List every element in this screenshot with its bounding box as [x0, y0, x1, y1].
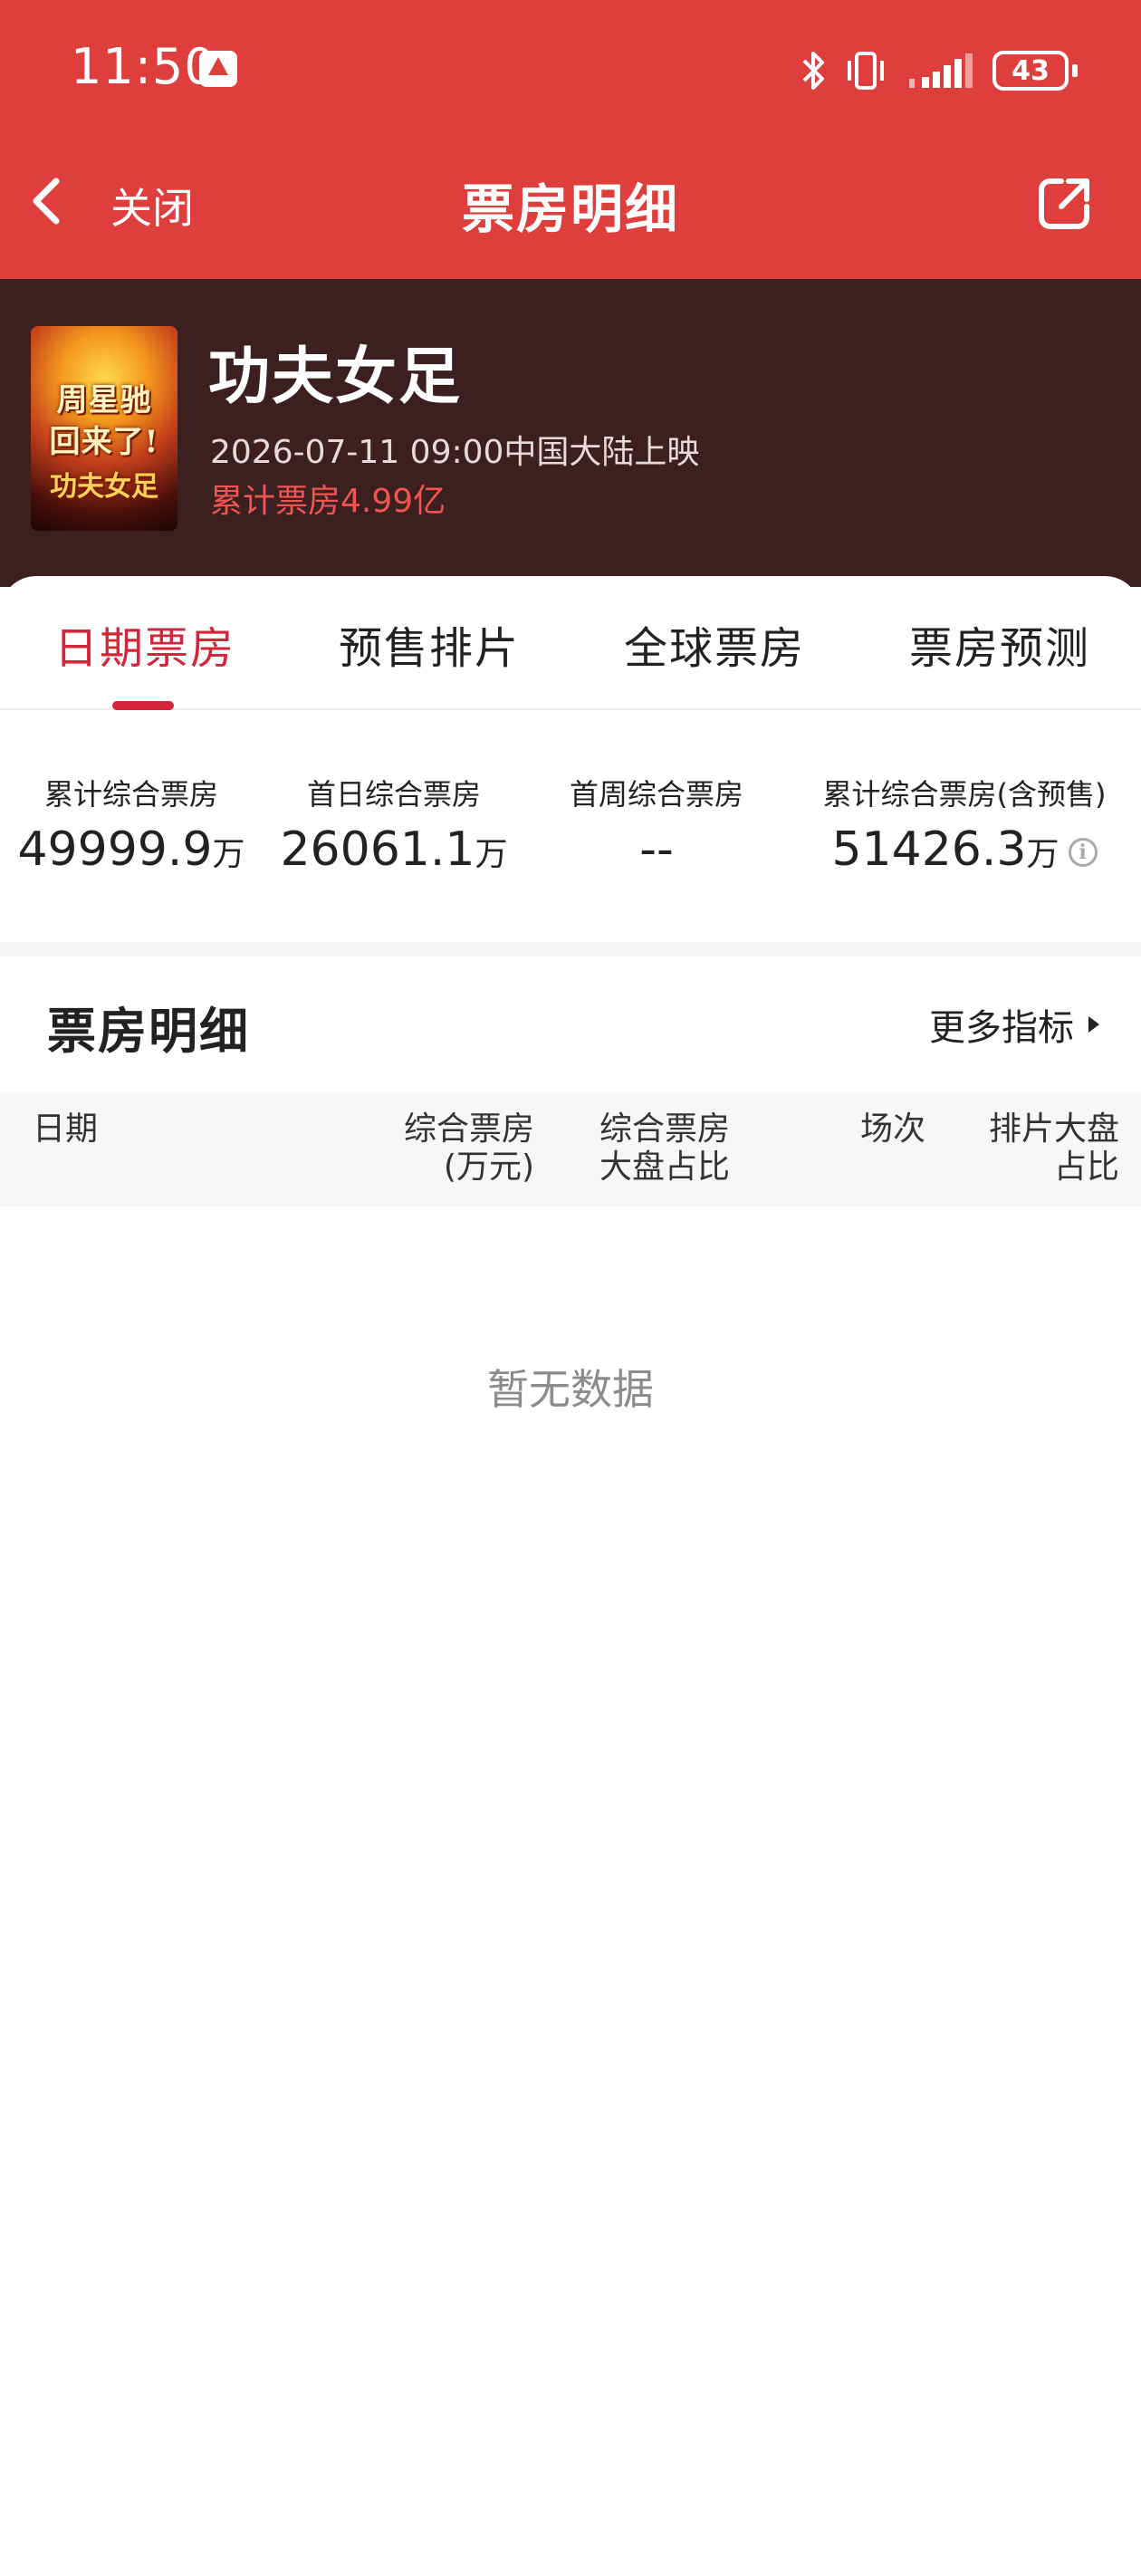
- stat-value-first-day: 26061.1万: [263, 822, 525, 877]
- column-header-schedule-share[interactable]: 排片大盘 占比: [960, 1110, 1119, 1187]
- top-bar: 11:50 43 关闭 票房明细: [0, 0, 1141, 279]
- movie-title: 功夫女足: [208, 341, 463, 413]
- stat-label-cumulative-presale: 累计综合票房(含预售): [822, 777, 1107, 812]
- stat-number: 49999.9: [17, 822, 213, 877]
- stat-number: 51426.3: [831, 822, 1027, 877]
- poster-line-1: 周星驰: [56, 382, 152, 418]
- caret-right-icon: [1088, 1016, 1099, 1033]
- column-header-line: 大盘占比: [599, 1149, 731, 1186]
- more-metrics-link[interactable]: 更多指标: [929, 998, 1099, 1051]
- stat-label-cumulative: 累计综合票房: [43, 777, 218, 812]
- app-notification-icon: [199, 51, 237, 87]
- movie-total-box-office: 累计票房4.99亿: [210, 483, 446, 520]
- content-card: 日期票房 预售排片 全球票房 票房预测 累计综合票房 49999.9万 首日综合…: [0, 576, 1141, 2576]
- section-title: 票房明细: [47, 1003, 250, 1060]
- tab-bar: 日期票房 预售排片 全球票房 票房预测: [0, 576, 1141, 710]
- battery-level: 43: [1012, 54, 1050, 87]
- stat-unit: 万: [475, 836, 508, 873]
- movie-release-date: 2026-07-11 09:00中国大陆上映: [210, 434, 700, 471]
- stat-value-cumulative-presale: 51426.3万 i: [788, 822, 1141, 877]
- battery-icon: 43: [992, 51, 1078, 91]
- tab-presale-schedule[interactable]: 预售排片: [339, 612, 520, 676]
- column-header-line: 占比: [1053, 1149, 1119, 1186]
- stat-label-first-day: 首日综合票房: [306, 777, 481, 812]
- section-divider: [0, 942, 1141, 956]
- signal-icon: [909, 53, 973, 88]
- stat-unit: 万: [1026, 836, 1060, 873]
- poster-line-3: 功夫女足: [50, 471, 158, 503]
- column-header-line: 排片大盘: [988, 1110, 1119, 1148]
- empty-state-text: 暂无数据: [487, 1365, 654, 1414]
- share-icon[interactable]: [1036, 174, 1094, 232]
- stat-label-first-week: 首周综合票房: [569, 777, 743, 812]
- movie-header: 周星驰 回来了! 功夫女足 功夫女足 2026-07-11 09:00中国大陆上…: [0, 279, 1141, 587]
- movie-poster[interactable]: 周星驰 回来了! 功夫女足: [31, 326, 177, 531]
- stat-number: --: [639, 822, 674, 877]
- more-metrics-label: 更多指标: [929, 1007, 1074, 1049]
- vibrate-icon: [848, 52, 884, 90]
- column-header-line: (万元): [443, 1149, 534, 1186]
- active-tab-indicator: [112, 701, 174, 710]
- page-title: 票房明细: [461, 178, 679, 240]
- column-header-market-share[interactable]: 综合票房 大盘占比: [599, 1110, 730, 1187]
- bluetooth-icon: [802, 52, 824, 90]
- stat-unit: 万: [212, 836, 245, 873]
- column-header-box-office[interactable]: 综合票房 (万元): [362, 1110, 534, 1187]
- poster-line-2: 回来了!: [49, 424, 159, 460]
- column-header-line: 日期: [33, 1110, 99, 1148]
- column-header-line: 场次: [859, 1110, 925, 1148]
- column-header-date[interactable]: 日期: [33, 1110, 98, 1149]
- status-time: 11:50: [71, 38, 216, 95]
- tab-global-box-office[interactable]: 全球票房: [624, 612, 805, 676]
- tab-box-office-forecast[interactable]: 票房预测: [909, 612, 1090, 676]
- status-icons: 43: [801, 45, 1078, 96]
- info-icon[interactable]: i: [1068, 838, 1098, 867]
- column-header-line: 综合票房: [403, 1110, 534, 1148]
- table-header: 日期 综合票房 (万元) 综合票房 大盘占比 场次 排片大盘 占比: [0, 1092, 1141, 1206]
- stat-value-cumulative: 49999.9万: [0, 822, 263, 877]
- stat-value-first-week: --: [525, 822, 788, 877]
- tab-date-box-office[interactable]: 日期票房: [54, 612, 235, 676]
- stat-number: 26061.1: [280, 822, 475, 877]
- column-header-line: 综合票房: [599, 1110, 731, 1148]
- column-header-screenings[interactable]: 场次: [815, 1110, 925, 1149]
